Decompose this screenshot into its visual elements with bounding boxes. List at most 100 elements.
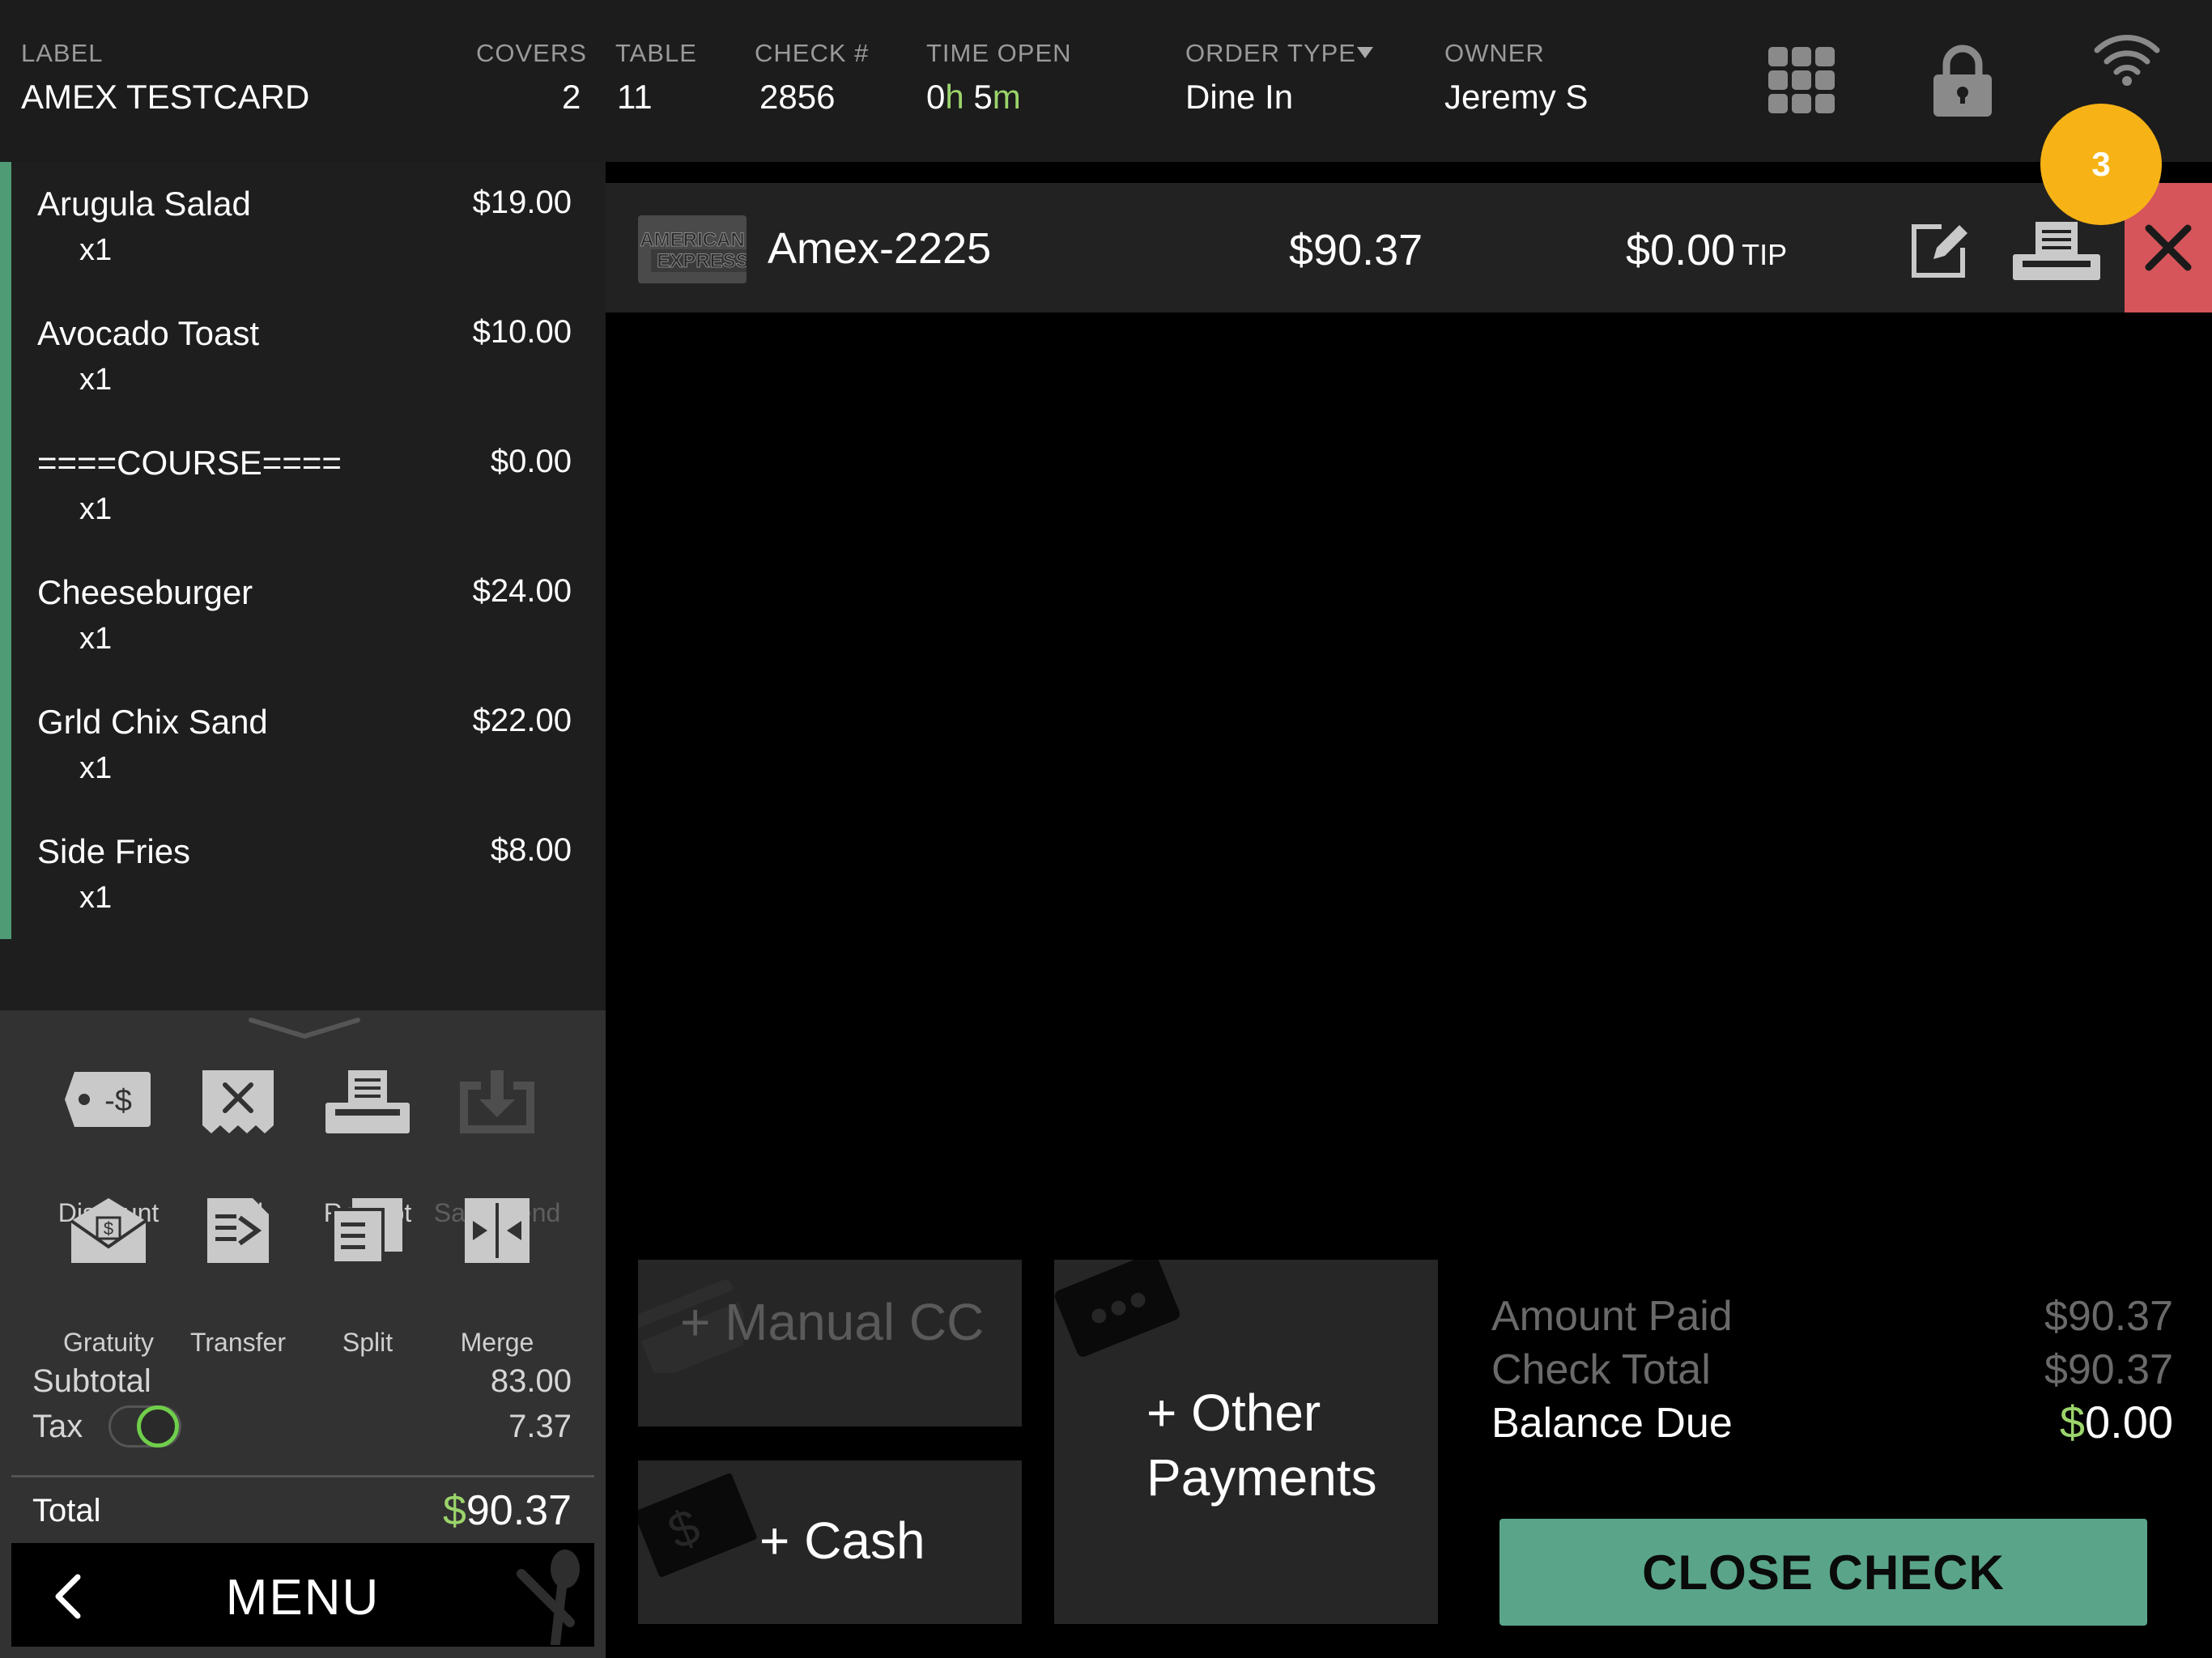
split-button[interactable]: Split — [303, 1197, 432, 1357]
item-name: Cheeseburger — [37, 573, 253, 611]
merge-icon — [465, 1198, 530, 1263]
item-price: $0.00 — [490, 444, 572, 479]
menu-label: MENU — [225, 1570, 381, 1626]
order-type-caret-icon[interactable] — [1357, 47, 1373, 58]
lock-icon[interactable] — [1932, 42, 1993, 118]
transfer-button[interactable]: Transfer — [173, 1197, 303, 1357]
table-title: TABLE — [615, 39, 697, 67]
print-receipt-icon[interactable] — [2011, 220, 2102, 282]
total-currency: $ — [442, 1487, 466, 1534]
payment-tip-value: $0.00 — [1626, 226, 1736, 274]
time-open-minutes: 5 — [973, 78, 993, 116]
item-qty: x1 — [79, 751, 113, 785]
notification-badge[interactable]: 3 — [2040, 104, 2162, 225]
check-header: LABEL AMEX TESTCARD COVERS 2 TABLE 11 CH… — [0, 0, 2212, 162]
order-items-panel: Arugula Salad $19.00 x1 Avocado Toast $1… — [0, 162, 606, 1010]
void-button[interactable]: Void — [173, 1067, 303, 1227]
item-price: $8.00 — [490, 832, 572, 868]
item-qty: x1 — [79, 622, 113, 656]
item-qty: x1 — [79, 881, 113, 915]
item-name: Arugula Salad — [37, 185, 251, 223]
payment-row[interactable]: AMERICAN EXPRESS Amex-2225 $90.37 $0.00 T… — [606, 183, 2212, 312]
amex-logo-line1: AMERICAN — [640, 229, 744, 251]
receipt-printer-icon — [325, 1070, 410, 1133]
order-item[interactable]: Cheeseburger $24.00 x1 — [37, 551, 572, 680]
payment-amount: $90.37 — [1289, 226, 1423, 274]
amount-paid-value: $90.37 — [2044, 1293, 2173, 1340]
covers-value[interactable]: 2 — [562, 78, 581, 117]
time-open-hours: 0 — [926, 78, 946, 116]
discount-tag-glyph: -$ — [104, 1084, 132, 1118]
item-price: $24.00 — [472, 573, 572, 609]
order-item[interactable]: Grld Chix Sand $22.00 x1 — [37, 680, 572, 810]
item-qty: x1 — [79, 363, 113, 397]
seat-accent-bar — [0, 162, 11, 939]
check-total-value: $90.37 — [2044, 1346, 2173, 1393]
save-send-button[interactable]: Save/Send — [432, 1067, 562, 1227]
app-grid-icon[interactable] — [1768, 47, 1835, 113]
close-check-button[interactable]: CLOSE CHECK — [1499, 1519, 2147, 1626]
time-open-m: m — [992, 78, 1021, 116]
receipt-button[interactable]: Receipt — [303, 1067, 432, 1227]
cash-bill-icon: $ — [638, 1473, 757, 1577]
cash-button[interactable]: $ + Cash — [638, 1460, 1022, 1624]
gratuity-button[interactable]: $ Gratuity — [44, 1197, 173, 1357]
manual-cc-button[interactable]: + Manual CC — [638, 1260, 1022, 1426]
edit-pencil-icon[interactable] — [1909, 219, 1971, 280]
menu-button[interactable]: MENU — [11, 1543, 594, 1647]
discount-tag-icon: -$ — [65, 1072, 151, 1127]
check-total-label: Check Total — [1491, 1346, 1711, 1393]
amount-paid-label: Amount Paid — [1491, 1293, 1733, 1340]
order-type-value[interactable]: Dine In — [1185, 78, 1293, 117]
amex-card-icon: AMERICAN EXPRESS — [638, 215, 747, 283]
total-value: $90.37 — [443, 1486, 572, 1535]
tax-toggle[interactable] — [108, 1405, 181, 1448]
balance-currency: $ — [2059, 1397, 2085, 1448]
order-item[interactable]: ====COURSE==== $0.00 x1 — [37, 421, 572, 551]
total-divider — [11, 1475, 594, 1477]
time-open-value: 0h 5m — [926, 78, 1021, 117]
label-value[interactable]: AMEX TESTCARD — [21, 78, 309, 117]
item-qty: x1 — [79, 233, 113, 267]
svg-text:$: $ — [104, 1218, 113, 1239]
order-type-title[interactable]: ORDER TYPE — [1185, 39, 1356, 68]
cash-label: + Cash — [759, 1511, 925, 1570]
tax-label: Tax — [32, 1409, 83, 1444]
item-name: Avocado Toast — [37, 314, 259, 352]
payment-card-name: Amex-2225 — [768, 224, 992, 273]
payment-tip-label: TIP — [1742, 238, 1788, 271]
item-qty: x1 — [79, 492, 113, 526]
item-price: $22.00 — [472, 703, 572, 738]
time-open-title: TIME OPEN — [926, 39, 1072, 67]
table-value[interactable]: 11 — [617, 78, 653, 117]
subtotal-label: Subtotal — [32, 1363, 151, 1399]
order-item[interactable]: Side Fries $8.00 x1 — [37, 810, 572, 939]
amex-logo-line2: EXPRESS — [657, 250, 747, 272]
payment-tip[interactable]: $0.00 TIP — [1626, 225, 1787, 275]
gratuity-envelope-icon: $ — [70, 1198, 147, 1263]
manual-cc-label: + Manual CC — [680, 1293, 985, 1351]
covers-title: COVERS — [476, 39, 587, 67]
merge-label: Merge — [460, 1328, 534, 1357]
other-payments-button[interactable]: + Other Payments — [1054, 1260, 1438, 1624]
wifi-icon — [2094, 35, 2160, 86]
order-item[interactable]: Avocado Toast $10.00 x1 — [37, 291, 572, 421]
owner-value[interactable]: Jeremy S — [1444, 78, 1588, 117]
split-icon — [331, 1198, 402, 1265]
balance-amount: 0.00 — [2085, 1397, 2173, 1448]
tax-toggle-knob — [137, 1405, 179, 1448]
check-number-value: 2856 — [759, 78, 836, 116]
collapse-chevron-icon[interactable] — [248, 1017, 361, 1041]
item-name: Grld Chix Sand — [37, 703, 268, 741]
merge-button[interactable]: Merge — [432, 1197, 562, 1357]
balance-due-value: $0.00 — [2060, 1396, 2173, 1448]
owner-title: OWNER — [1444, 39, 1545, 67]
label-title: LABEL — [21, 39, 104, 67]
other-payments-line1: + Other — [1146, 1384, 1321, 1442]
time-open-h: h — [945, 78, 964, 116]
transfer-icon — [207, 1198, 269, 1263]
total-amount: 90.37 — [466, 1487, 572, 1534]
discount-button[interactable]: -$ Discount — [44, 1067, 173, 1227]
item-price: $19.00 — [472, 185, 572, 220]
order-item[interactable]: Arugula Salad $19.00 x1 — [37, 162, 572, 291]
